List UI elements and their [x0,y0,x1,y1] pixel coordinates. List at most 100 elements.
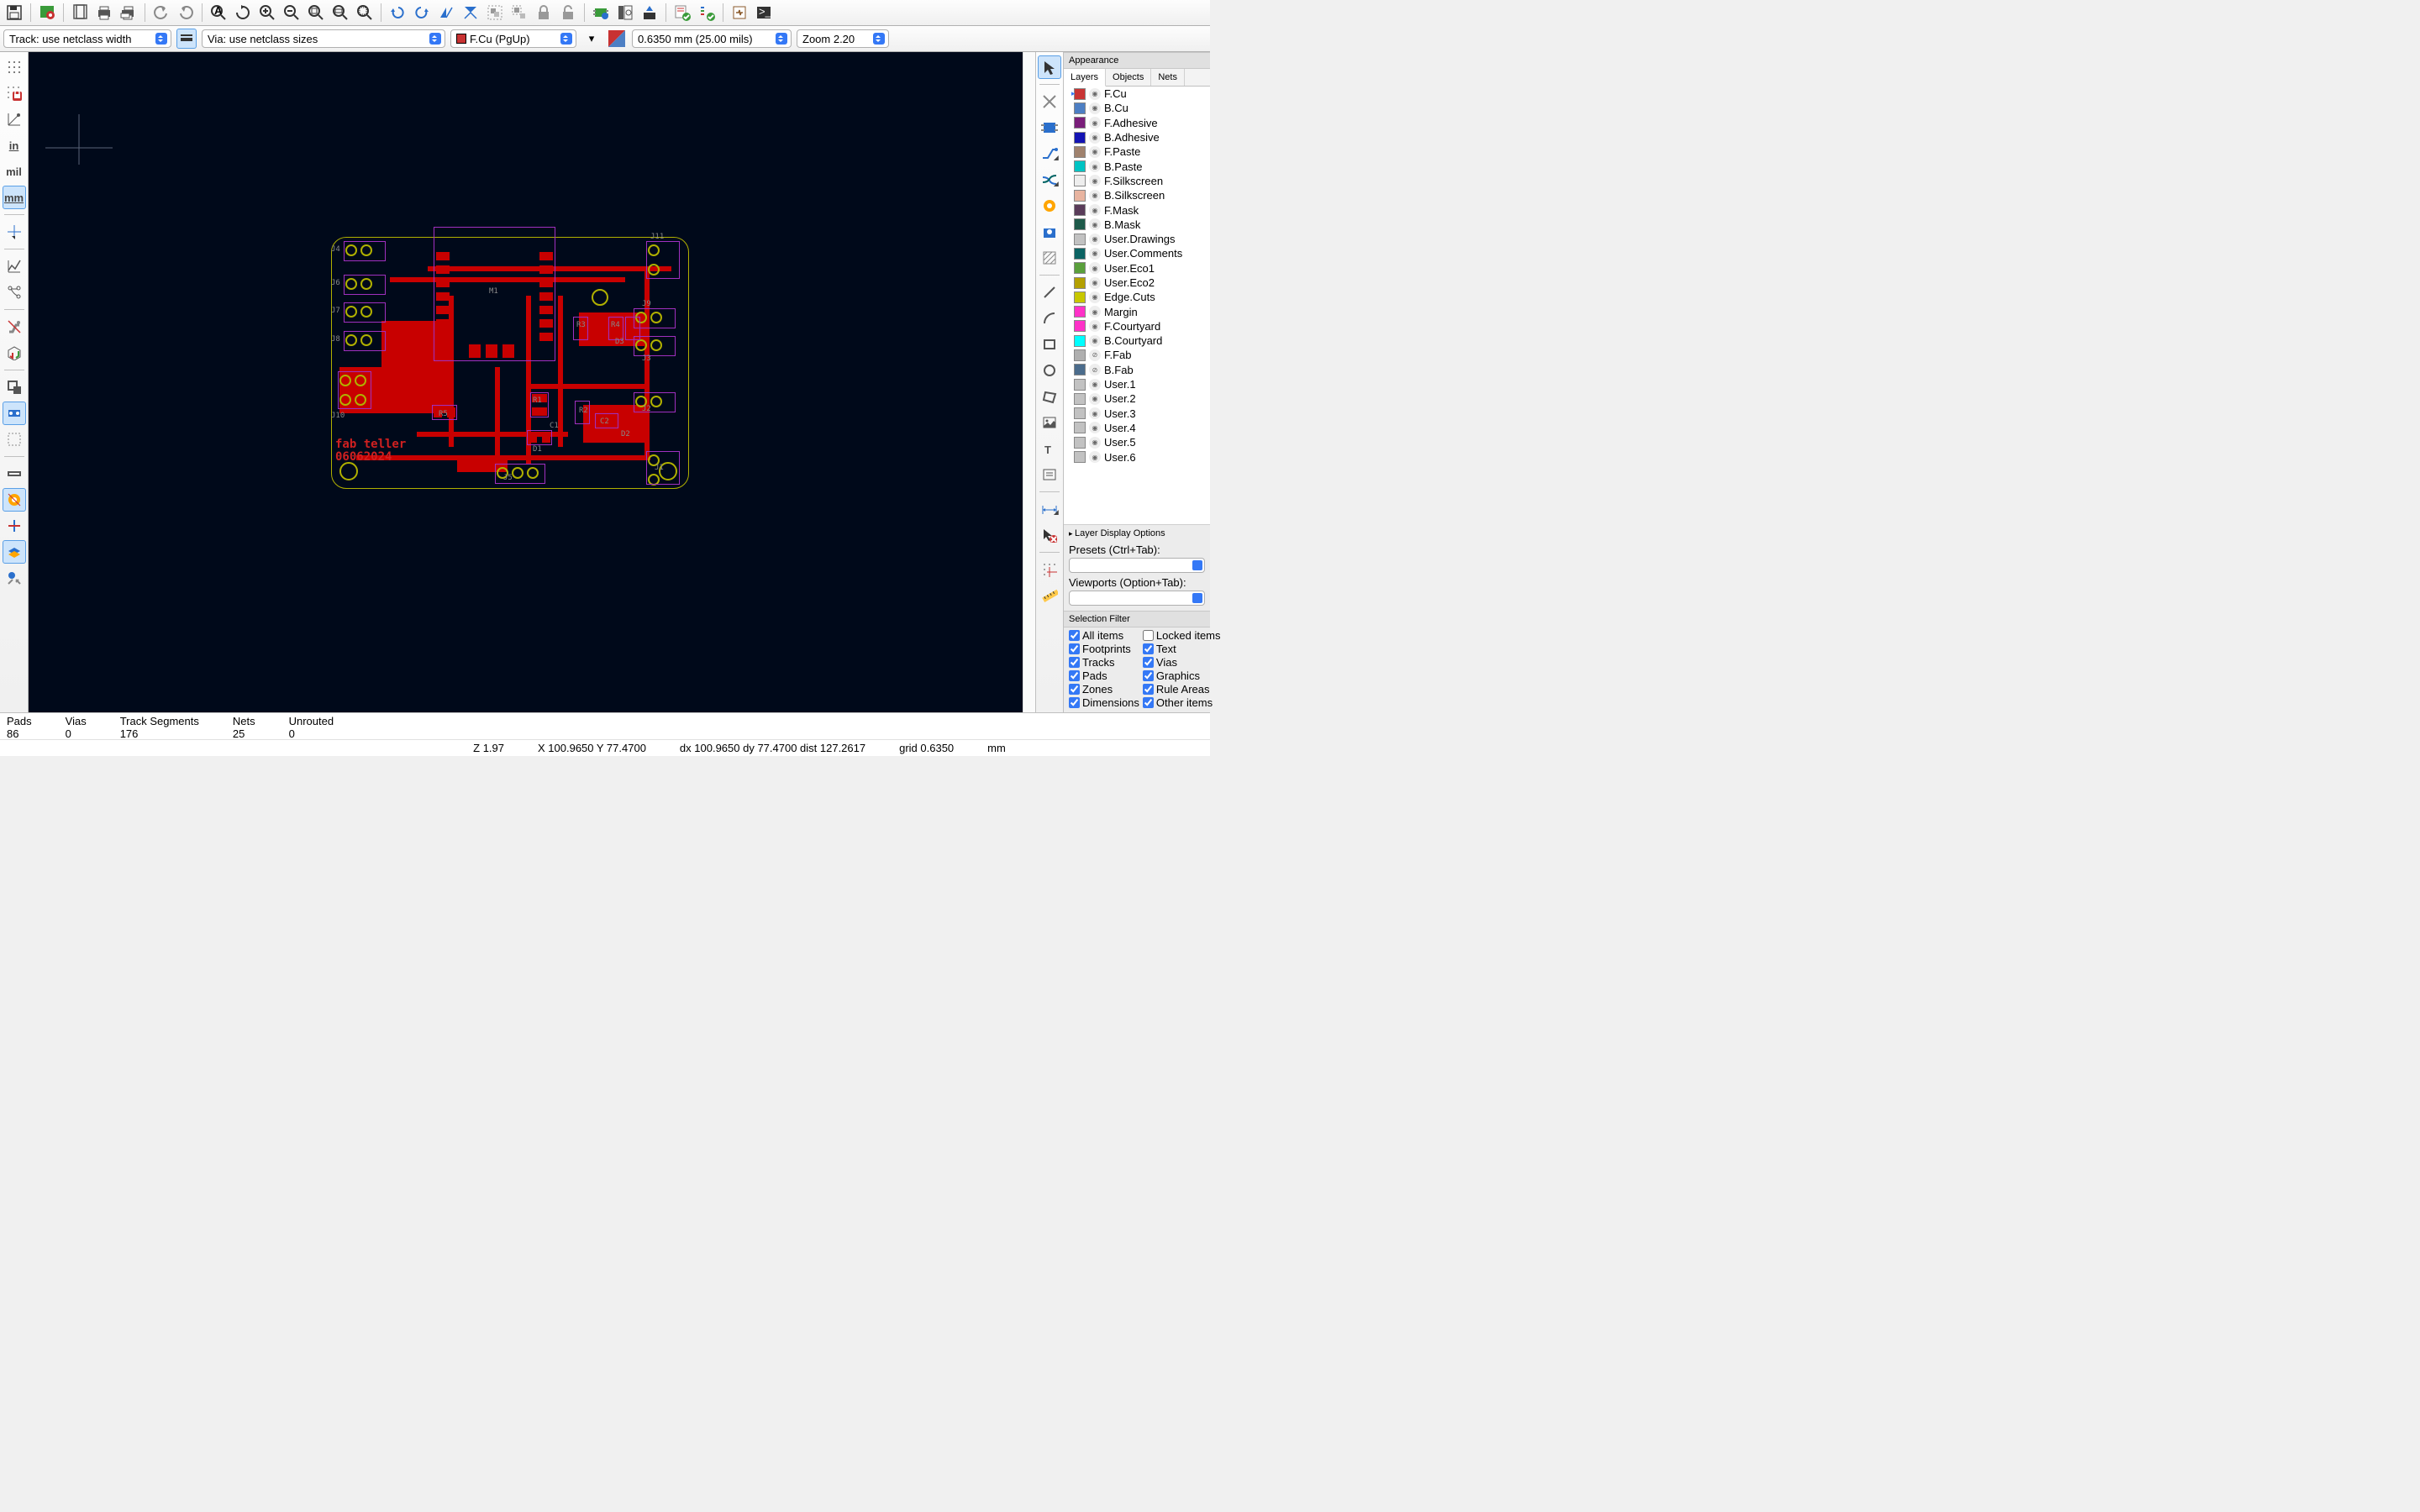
auto-track-width-icon[interactable] [176,29,197,49]
visibility-eye-icon[interactable]: ◉ [1089,102,1101,114]
layer-row[interactable]: ◉F.Mask [1064,202,1210,217]
layer-row[interactable]: ◉User.Eco1 [1064,261,1210,276]
tab-objects[interactable]: Objects [1106,69,1151,86]
delete-tool-icon[interactable] [1038,523,1061,547]
layer-color-swatch[interactable] [1074,422,1086,433]
visibility-eye-icon[interactable]: ◉ [1089,451,1101,463]
layer-row[interactable]: ◉B.Mask [1064,218,1210,232]
draw-polygon-icon[interactable] [1038,385,1061,408]
layer-color-swatch[interactable] [1074,248,1086,260]
drc-icon[interactable] [671,2,693,24]
find-icon[interactable]: A [208,2,229,24]
visibility-eye-icon[interactable]: ◉ [1089,407,1101,419]
layer-row[interactable]: ◉User.5 [1064,435,1210,449]
zoom-objects-icon[interactable] [329,2,351,24]
layer-color-swatch[interactable] [1074,277,1086,289]
place-text-icon[interactable]: T [1038,437,1061,460]
layer-row[interactable]: ◉User.6 [1064,449,1210,464]
layer-color-swatch[interactable] [1074,291,1086,303]
layer-row[interactable]: ◉User.3 [1064,407,1210,421]
layer-row[interactable]: ◉F.Courtyard [1064,319,1210,333]
footprint-editor-icon[interactable] [590,2,612,24]
layer-color-swatch[interactable] [1074,204,1086,216]
layer-color-swatch[interactable] [1074,190,1086,202]
track-display-icon[interactable] [3,428,26,451]
layer-color-swatch[interactable] [1074,437,1086,449]
layer-row[interactable]: ◉B.Courtyard [1064,333,1210,348]
layer-color-swatch[interactable] [1074,102,1086,114]
tab-layers[interactable]: Layers [1064,69,1106,87]
place-zone-icon[interactable] [1038,220,1061,244]
draw-circle-icon[interactable] [1038,359,1061,382]
properties-panel-icon[interactable] [3,566,26,590]
visibility-eye-icon[interactable]: ◉ [1089,190,1101,202]
layer-color-swatch[interactable] [1074,262,1086,274]
visibility-eye-icon[interactable]: ◉ [1089,277,1101,289]
page-settings-icon[interactable] [69,2,91,24]
grid-origin-icon[interactable] [1038,558,1061,581]
appearance-panel-icon[interactable] [3,540,26,564]
footprint-browser-icon[interactable] [614,2,636,24]
via-size-dropdown[interactable]: Via: use netclass sizes [202,29,445,48]
layer-display-options[interactable]: Layer Display Options [1064,524,1210,542]
visibility-eye-icon[interactable]: ◉ [1089,320,1101,332]
erc-list-icon[interactable] [696,2,718,24]
layer-color-swatch[interactable] [1074,407,1086,419]
layer-row[interactable]: ◉B.Paste [1064,159,1210,173]
visibility-eye-icon[interactable]: ⊘ [1089,349,1101,361]
filter-checkbox[interactable]: Locked items [1143,629,1221,642]
scrollbar-vertical[interactable] [1023,52,1035,712]
layer-color-swatch[interactable] [1074,364,1086,375]
visibility-eye-icon[interactable]: ◉ [1089,379,1101,391]
mirror-v-icon[interactable] [435,2,457,24]
visibility-eye-icon[interactable]: ◉ [1089,393,1101,405]
layer-color-swatch[interactable] [1074,88,1086,100]
pad-display-icon[interactable] [3,375,26,399]
layer-row[interactable]: ⊘F.Fab [1064,348,1210,362]
draw-line-icon[interactable] [1038,281,1061,304]
place-via-icon[interactable] [1038,194,1061,218]
rotate-cw-icon[interactable] [411,2,433,24]
visibility-eye-icon[interactable]: ◉ [1089,88,1101,100]
visibility-eye-icon[interactable]: ◉ [1089,291,1101,303]
save-icon[interactable] [3,2,25,24]
layer-row[interactable]: ◉User.Eco2 [1064,276,1210,290]
filter-checkbox[interactable]: All items [1069,629,1139,642]
layer-color-swatch[interactable] [1074,218,1086,230]
layer-row[interactable]: ◉F.Adhesive [1064,116,1210,130]
visibility-eye-icon[interactable]: ◉ [1089,262,1101,274]
dimension-tool-icon[interactable]: ◢ [1038,497,1061,521]
canvas[interactable]: fab teller 06062024 J4 J6 J7 J8 J10 J11 … [29,52,1023,712]
layer-color-swatch[interactable] [1074,146,1086,158]
layer-row[interactable]: ◉Edge.Cuts [1064,290,1210,304]
visibility-eye-icon[interactable]: ◉ [1089,204,1101,216]
layer-color-swatch[interactable] [1074,320,1086,332]
layer-color-swatch[interactable] [1074,160,1086,172]
zoom-fit-icon[interactable] [305,2,327,24]
filter-checkbox[interactable]: Zones [1069,683,1139,696]
units-mm-button[interactable]: mm [3,186,26,209]
presets-dropdown[interactable] [1069,558,1205,573]
visibility-eye-icon[interactable]: ⊘ [1089,364,1101,375]
layer-pair-icon[interactable]: ▾ [581,29,602,49]
visibility-eye-icon[interactable]: ◉ [1089,234,1101,245]
undo-icon[interactable] [150,2,172,24]
visibility-eye-icon[interactable]: ◉ [1089,117,1101,129]
ratsnest-curved-icon[interactable] [3,281,26,304]
tab-nets[interactable]: Nets [1151,69,1185,86]
layer-color-swatch[interactable] [1074,393,1086,405]
filter-checkbox[interactable]: Footprints [1069,643,1139,655]
grid-overrides-icon[interactable] [3,81,26,105]
visibility-eye-icon[interactable]: ◉ [1089,146,1101,158]
filter-checkbox[interactable]: Dimensions [1069,696,1139,709]
filter-checkbox[interactable]: Rule Areas [1143,683,1221,696]
place-image-icon[interactable] [1038,411,1061,434]
visibility-eye-icon[interactable]: ◉ [1089,437,1101,449]
scripting-console-icon[interactable]: >_ [753,2,775,24]
filter-checkbox[interactable]: Vias [1143,656,1221,669]
viewports-dropdown[interactable] [1069,591,1205,606]
layer-list[interactable]: ◉F.Cu◉B.Cu◉F.Adhesive◉B.Adhesive◉F.Paste… [1064,87,1210,524]
print-icon[interactable] [93,2,115,24]
route-track-icon[interactable]: ◢ [1038,142,1061,165]
visibility-eye-icon[interactable]: ◉ [1089,218,1101,230]
